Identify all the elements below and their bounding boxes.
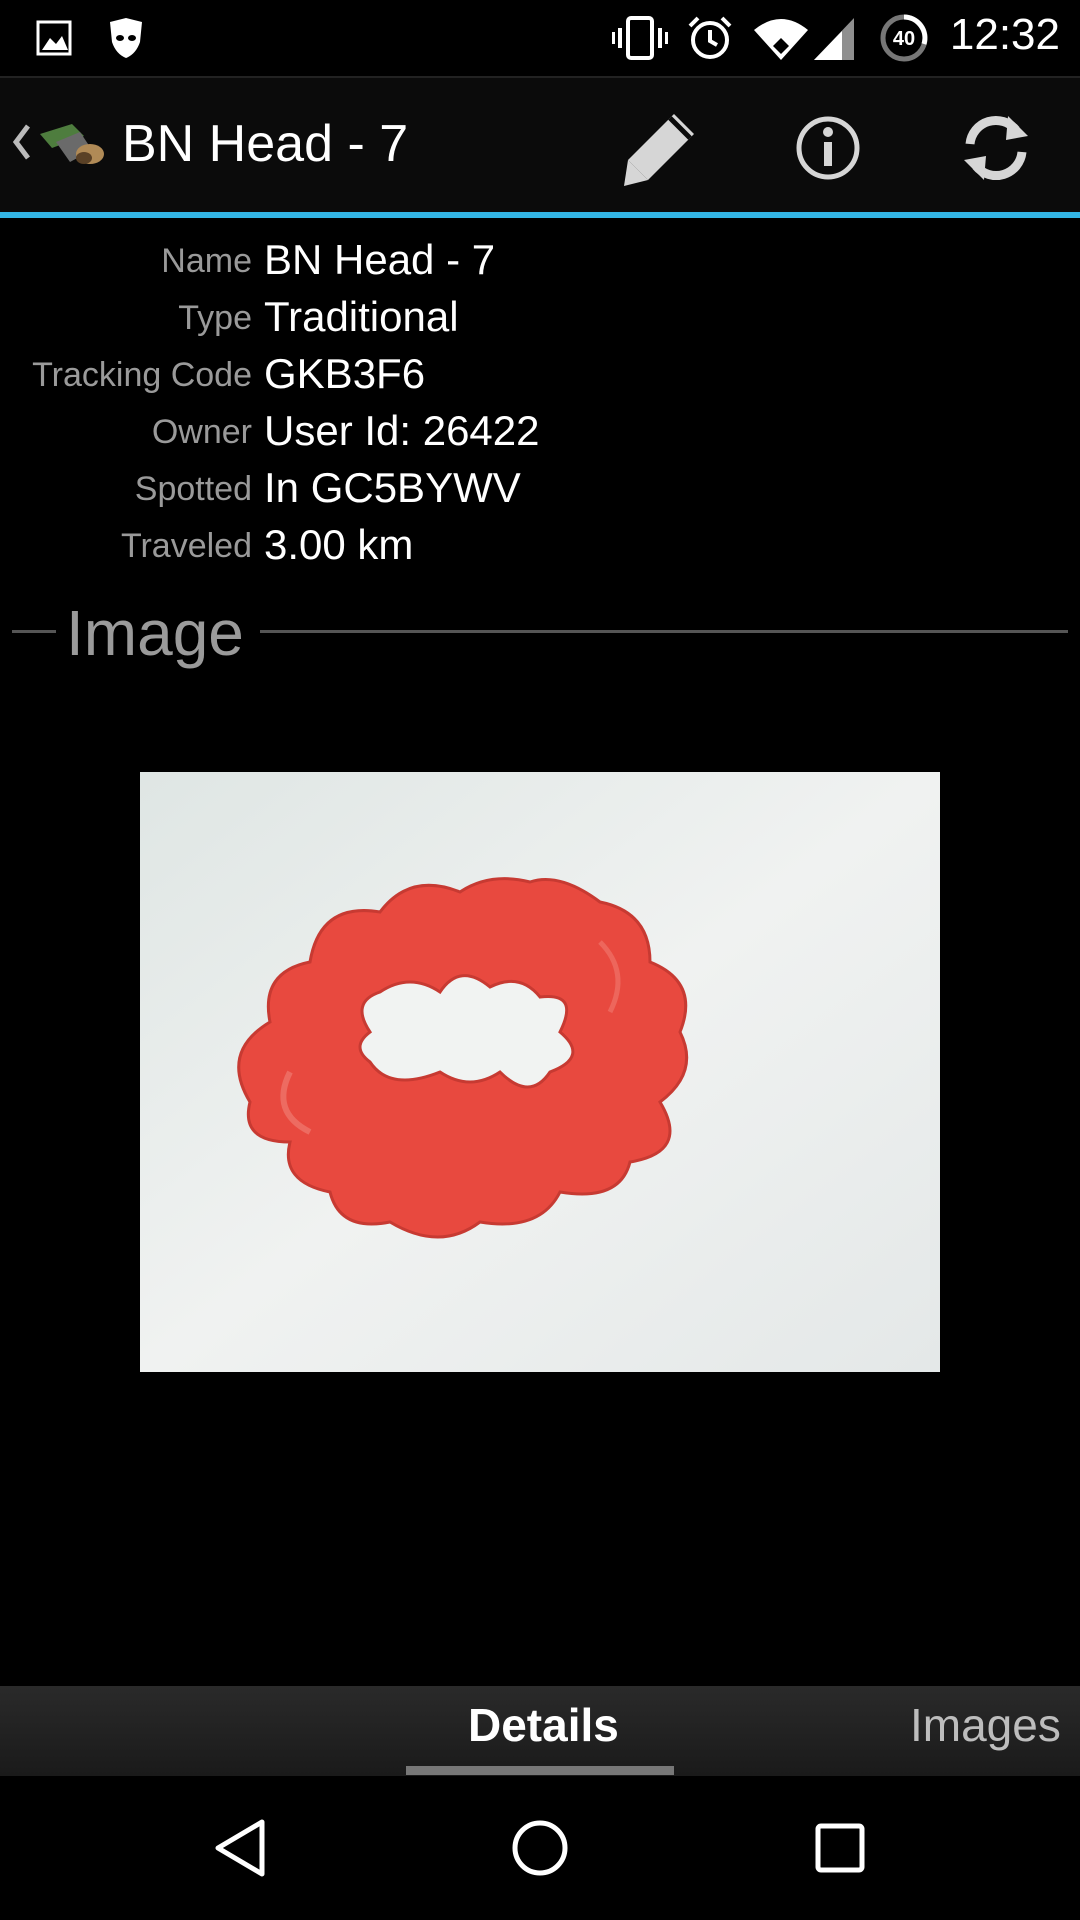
detail-value[interactable]: User Id: 26422	[264, 407, 540, 455]
recents-square-icon	[815, 1823, 865, 1873]
battery-level: 40	[893, 28, 915, 50]
battery-icon: 40	[880, 14, 928, 62]
detail-row-type: Type Traditional	[0, 293, 1080, 350]
section-title: Image	[66, 597, 244, 669]
status-bar: 40 12:32	[0, 0, 1080, 76]
chevron-left-icon	[12, 124, 30, 160]
trackable-photo[interactable]	[140, 772, 940, 1372]
edit-button[interactable]	[610, 98, 710, 198]
detail-row-traveled: Traveled 3.00 km	[0, 521, 1080, 578]
info-icon	[796, 116, 860, 180]
wifi-icon	[754, 19, 808, 60]
travel-bug-icon	[40, 124, 104, 164]
detail-value: 3.00 km	[264, 521, 414, 568]
detail-row-owner[interactable]: Owner User Id: 26422	[0, 407, 1080, 464]
detail-value: BN Head - 7	[264, 236, 496, 283]
detail-label: Traveled	[120, 527, 252, 565]
tab-details[interactable]: Details	[468, 1698, 619, 1752]
tab-indicator	[406, 1766, 674, 1775]
detail-label: Name	[161, 242, 252, 280]
tab-images[interactable]: Images	[910, 1698, 1061, 1752]
recents-button[interactable]	[790, 1798, 890, 1898]
vibrate-icon	[612, 16, 668, 60]
navigation-bar	[0, 1776, 1080, 1920]
refresh-icon	[964, 116, 1028, 180]
signal-icon	[814, 18, 854, 60]
action-bar-divider	[0, 212, 1080, 218]
detail-value: Traditional	[264, 293, 459, 340]
back-button[interactable]	[190, 1798, 290, 1898]
info-button[interactable]	[778, 98, 878, 198]
refresh-button[interactable]	[946, 98, 1046, 198]
clock: 12:32	[949, 10, 1060, 59]
alarm-icon	[688, 16, 732, 59]
detail-value[interactable]: In GC5BYWV	[264, 464, 521, 512]
home-button[interactable]	[490, 1798, 590, 1898]
detail-row-spotted[interactable]: Spotted In GC5BYWV	[0, 464, 1080, 521]
cat-mask-icon	[110, 18, 142, 58]
detail-row-tracking-code: Tracking Code GKB3F6	[0, 350, 1080, 407]
section-divider-right	[260, 630, 1068, 633]
detail-label: Type	[178, 299, 252, 337]
up-button[interactable]	[0, 78, 120, 216]
back-triangle-icon	[215, 1819, 265, 1877]
detail-label: Tracking Code	[32, 356, 252, 394]
detail-label: Owner	[151, 413, 252, 451]
section-divider-left	[12, 630, 56, 633]
detail-value: GKB3F6	[264, 350, 426, 397]
image-icon	[36, 20, 72, 56]
tab-bar: Details Images	[0, 1686, 1080, 1776]
page-title: BN Head - 7	[122, 115, 409, 173]
home-circle-icon	[512, 1820, 568, 1876]
detail-label: Spotted	[134, 470, 252, 508]
action-bar: BN Head - 7	[0, 76, 1080, 216]
detail-row-name: Name BN Head - 7	[0, 236, 1080, 293]
pencil-icon	[624, 114, 694, 186]
